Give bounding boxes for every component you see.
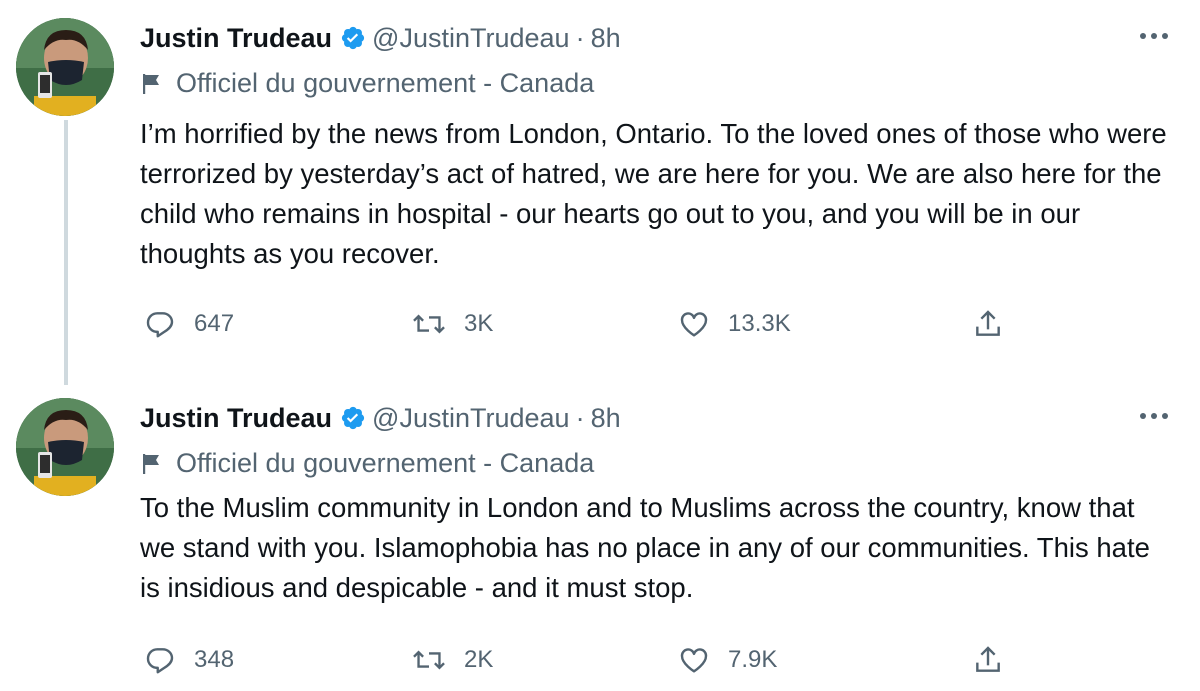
author-name[interactable]: Justin Trudeau [140,23,332,54]
retweet-icon [413,314,445,334]
tweet-time[interactable]: 8h [591,403,621,434]
tweet-2[interactable]: Justin Trudeau @JustinTrudeau · 8h Offic… [0,380,1200,691]
retweet-count: 2K [464,646,494,673]
more-options-icon[interactable] [1136,402,1172,430]
tweet-actions: 348 2K 7.9K [140,638,1020,682]
share-icon [976,646,1000,672]
more-options-icon[interactable] [1136,22,1172,50]
reply-icon [146,312,174,338]
like-icon [680,312,708,337]
tweet-text: I’m horrified by the news from London, O… [140,118,1167,269]
separator-dot: · [575,402,585,433]
tweet-time[interactable]: 8h [591,23,621,54]
separator-dot: · [575,22,585,53]
like-button[interactable]: 7.9K [678,638,777,682]
tweet-header: Justin Trudeau @JustinTrudeau · 8h [140,20,621,56]
tweet-text: To the Muslim community in London and to… [140,492,1150,603]
government-flag-icon [140,452,164,476]
tweet-actions: 647 3K 13.3K [140,302,1020,346]
author-handle[interactable]: @JustinTrudeau [372,403,570,434]
retweet-count: 3K [464,310,494,337]
avatar[interactable] [16,398,114,496]
author-handle[interactable]: @JustinTrudeau [372,23,570,54]
avatar-image [16,398,114,496]
account-label: Officiel du gouvernement - Canada [140,68,594,99]
account-label: Officiel du gouvernement - Canada [140,448,594,479]
reply-button[interactable]: 647 [144,302,234,346]
like-count: 7.9K [728,646,778,673]
account-label-text: Officiel du gouvernement - Canada [176,448,595,478]
avatar-image [16,18,114,116]
share-icon [976,310,1000,336]
avatar[interactable] [16,18,114,116]
reply-count: 647 [194,310,235,337]
retweet-icon [413,650,445,670]
government-flag-icon [140,72,164,96]
reply-button[interactable]: 348 [144,638,234,682]
share-button[interactable] [972,638,1004,682]
verified-badge-icon [340,405,366,431]
account-label-text: Officiel du gouvernement - Canada [176,68,595,98]
like-button[interactable]: 13.3K [678,302,791,346]
like-icon [680,648,708,673]
retweet-button[interactable]: 3K [412,302,493,346]
reply-icon [146,648,174,674]
author-name[interactable]: Justin Trudeau [140,403,332,434]
tweet-header: Justin Trudeau @JustinTrudeau · 8h [140,400,621,436]
verified-badge-icon [340,25,366,51]
like-count: 13.3K [728,310,791,337]
reply-count: 348 [194,646,235,673]
share-button[interactable] [972,302,1004,346]
tweet-1[interactable]: Justin Trudeau @JustinTrudeau · 8h Offic… [0,0,1200,380]
retweet-button[interactable]: 2K [412,638,493,682]
